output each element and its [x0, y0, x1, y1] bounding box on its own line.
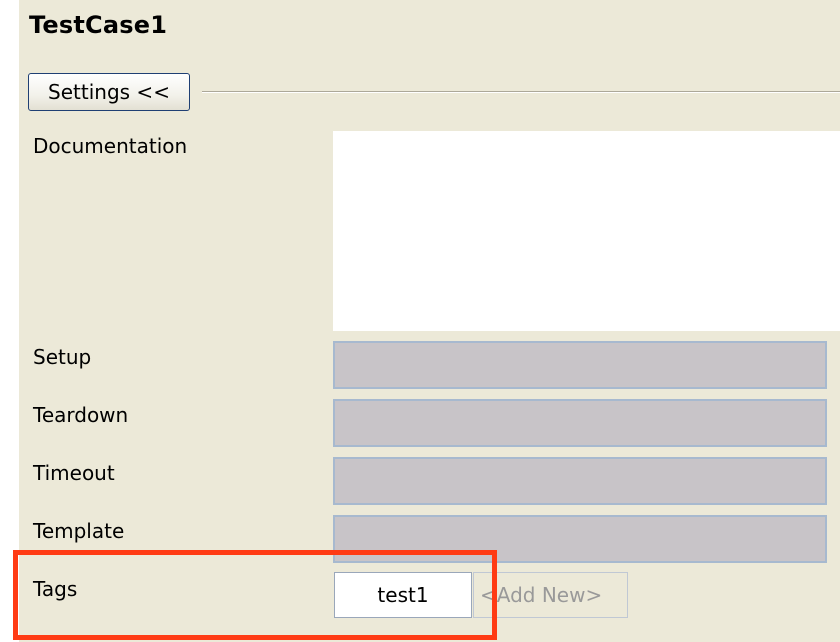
timeout-label: Timeout	[33, 461, 115, 485]
setup-label: Setup	[33, 345, 92, 369]
test-case-title: TestCase1	[29, 11, 168, 39]
tag-item[interactable]: test1	[334, 572, 472, 618]
tags-label: Tags	[33, 577, 78, 601]
teardown-label: Teardown	[33, 403, 129, 427]
template-label: Template	[33, 519, 125, 543]
add-new-tag-button[interactable]: <Add New>	[473, 572, 628, 618]
template-field[interactable]	[333, 515, 827, 563]
timeout-field[interactable]	[333, 457, 827, 505]
setup-field[interactable]	[333, 341, 827, 389]
teardown-field[interactable]	[333, 399, 827, 447]
test-case-editor-panel: TestCase1 Settings << Documentation Setu…	[19, 0, 840, 642]
settings-separator	[202, 91, 840, 93]
documentation-label: Documentation	[33, 134, 188, 158]
documentation-field[interactable]	[333, 131, 840, 331]
settings-toggle-button[interactable]: Settings <<	[28, 73, 190, 111]
